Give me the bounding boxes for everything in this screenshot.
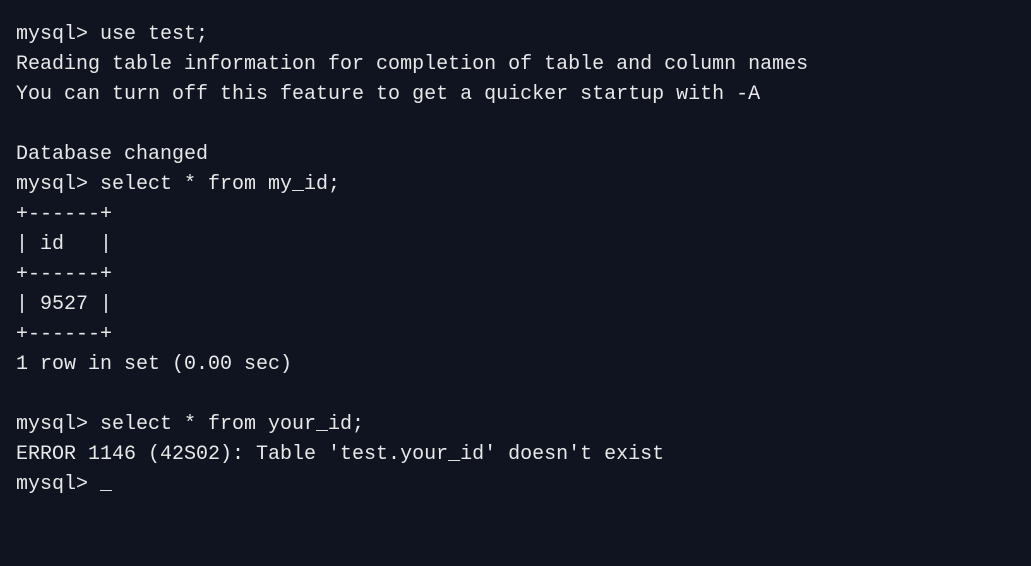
- terminal-line-output: Database changed: [16, 140, 1015, 170]
- terminal-line-output: 1 row in set (0.00 sec): [16, 350, 1015, 380]
- terminal-blank-line: [16, 380, 1015, 410]
- terminal-line-command: mysql> select * from my_id;: [16, 170, 1015, 200]
- terminal-line-command: mysql> use test;: [16, 20, 1015, 50]
- terminal-table-row: | 9527 |: [16, 290, 1015, 320]
- terminal-line-output: Reading table information for completion…: [16, 50, 1015, 80]
- terminal-prompt-active[interactable]: mysql> _: [16, 470, 1015, 500]
- terminal-table-border: +------+: [16, 260, 1015, 290]
- mysql-terminal[interactable]: mysql> use test; Reading table informati…: [16, 20, 1015, 500]
- terminal-table-border: +------+: [16, 320, 1015, 350]
- terminal-table-border: +------+: [16, 200, 1015, 230]
- terminal-line-output: You can turn off this feature to get a q…: [16, 80, 1015, 110]
- terminal-blank-line: [16, 110, 1015, 140]
- terminal-prompt-text: mysql>: [16, 473, 100, 496]
- cursor-icon: _: [100, 470, 112, 500]
- terminal-table-header: | id |: [16, 230, 1015, 260]
- terminal-line-error: ERROR 1146 (42S02): Table 'test.your_id'…: [16, 440, 1015, 470]
- terminal-line-command: mysql> select * from your_id;: [16, 410, 1015, 440]
